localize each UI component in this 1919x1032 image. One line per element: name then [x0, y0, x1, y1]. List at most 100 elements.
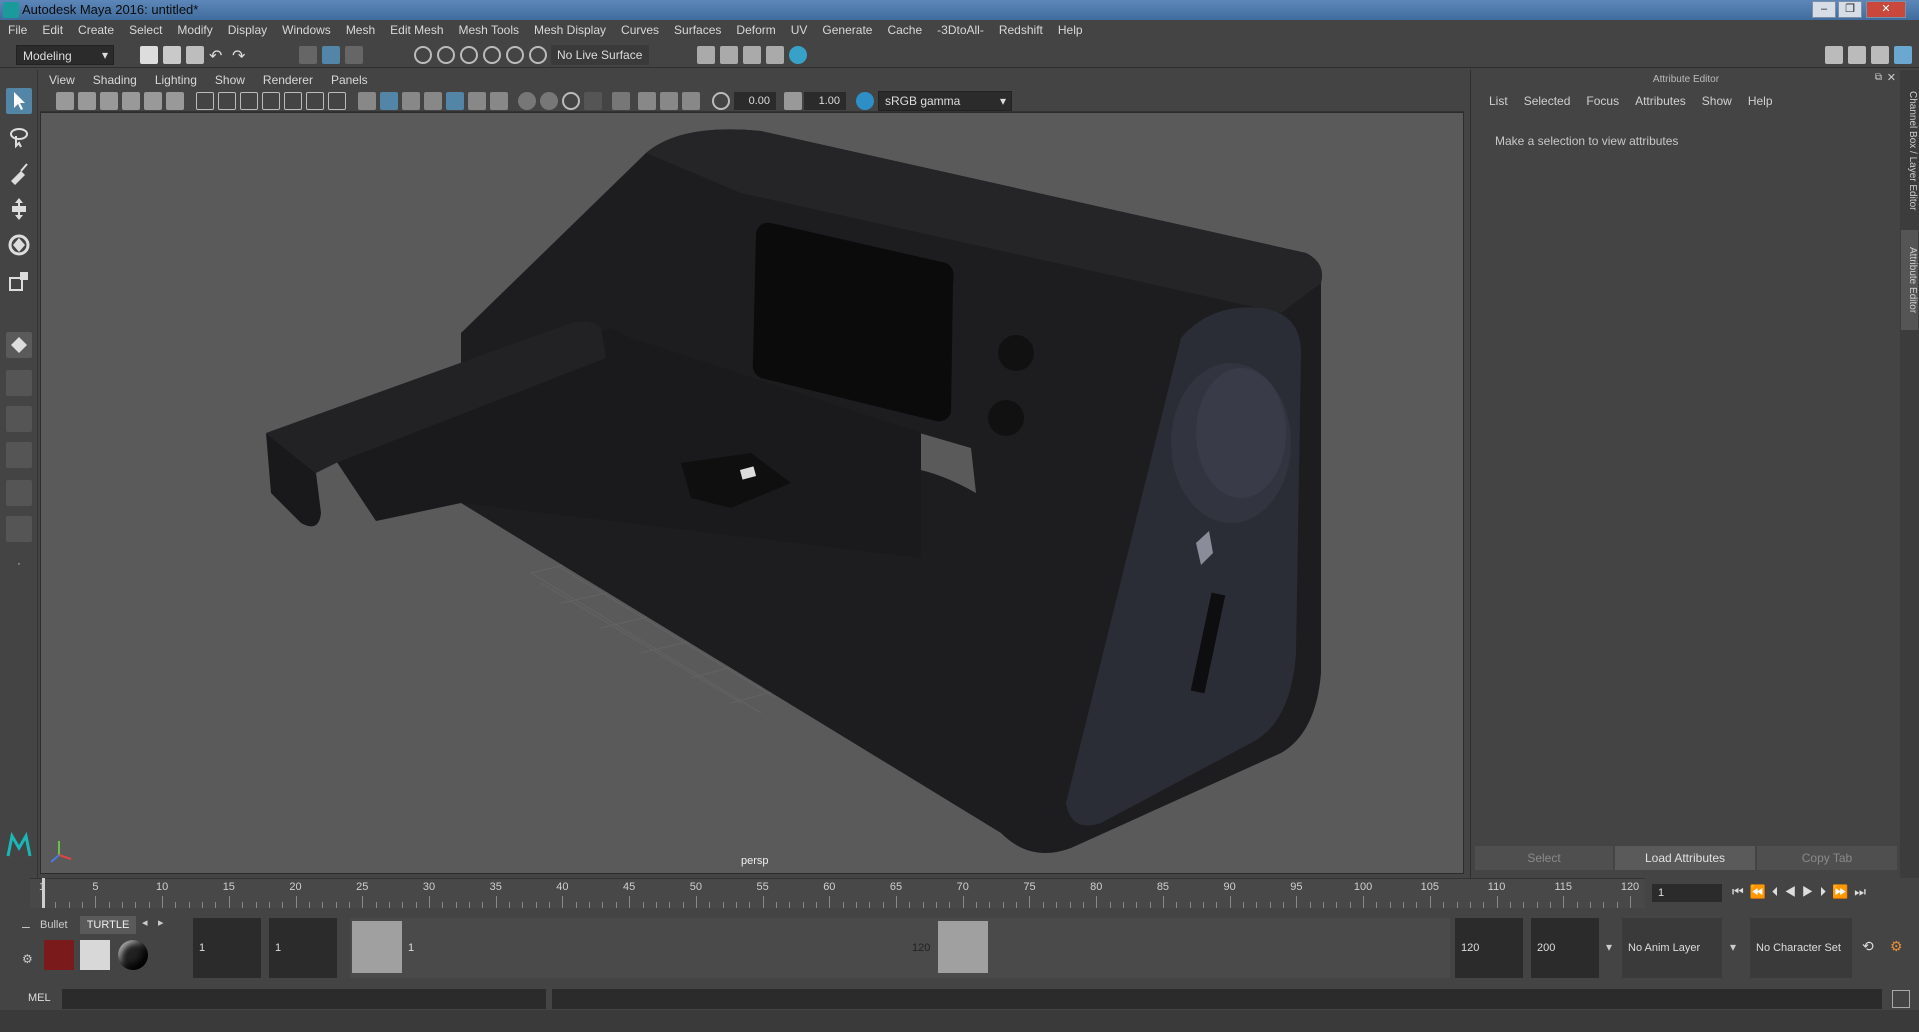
menu-display[interactable]: Display: [220, 20, 274, 37]
paint-select-tool-icon[interactable]: [6, 160, 32, 186]
menu-file[interactable]: File: [0, 20, 34, 37]
channel-box-tab[interactable]: Channel Box / Layer Editor: [1901, 76, 1918, 226]
single-perspective-layout-icon[interactable]: [6, 332, 32, 358]
view-transform-dropdown[interactable]: sRGB gamma ▾: [878, 91, 1012, 111]
wireframe-on-shaded-icon[interactable]: [424, 92, 442, 110]
menu-generate[interactable]: Generate: [814, 20, 879, 37]
menuset-dropdown[interactable]: Modeling ▾: [16, 45, 114, 65]
timeline-ruler[interactable]: 1510152025303540455055606570758085909510…: [30, 878, 1645, 908]
resolution-gate-icon[interactable]: [240, 92, 258, 110]
color-management-icon[interactable]: [856, 92, 874, 110]
play-backwards-icon[interactable]: ◀: [1784, 884, 1802, 899]
menu-edit-mesh[interactable]: Edit Mesh: [382, 20, 450, 37]
safe-title-icon[interactable]: [328, 92, 346, 110]
menu-curves[interactable]: Curves: [613, 20, 666, 37]
attribute-editor-toggle-icon[interactable]: [1848, 46, 1866, 64]
grid-icon[interactable]: [196, 92, 214, 110]
select-by-hierarchy-icon[interactable]: [299, 46, 317, 64]
grease-pencil-icon[interactable]: [166, 92, 184, 110]
menu-deform[interactable]: Deform: [728, 20, 782, 37]
animation-prefs-icon[interactable]: ⚙: [1890, 938, 1903, 955]
use-all-lights-icon[interactable]: [468, 92, 486, 110]
go-to-start-icon[interactable]: ⏮: [1732, 884, 1750, 899]
outliner-persp-graph-layout-icon[interactable]: [6, 480, 32, 506]
menu-redshift[interactable]: Redshift: [991, 20, 1050, 37]
go-to-end-icon[interactable]: ⏭: [1854, 884, 1872, 899]
hypershade-icon[interactable]: [766, 46, 784, 64]
wireframe-icon[interactable]: [358, 92, 376, 110]
scale-tool-icon[interactable]: [6, 268, 32, 294]
menu-mesh[interactable]: Mesh: [338, 20, 382, 37]
turtle-surface-icon[interactable]: [118, 940, 148, 970]
viewport-menu-view[interactable]: View: [40, 70, 84, 87]
step-forward-icon[interactable]: ⏩: [1832, 884, 1854, 899]
attr-menu-help[interactable]: Help: [1740, 94, 1781, 108]
snap-curve-icon[interactable]: [437, 46, 455, 64]
copy-tab-button[interactable]: Copy Tab: [1757, 846, 1897, 870]
camera-attributes-icon[interactable]: [78, 92, 96, 110]
move-tool-icon[interactable]: [6, 196, 32, 222]
gamma-field[interactable]: 1.00: [804, 92, 846, 110]
modeling-toolkit-icon[interactable]: [1825, 46, 1843, 64]
shelf-settings-icon[interactable]: ⚙: [22, 952, 33, 966]
render-settings-icon[interactable]: [743, 46, 761, 64]
field-chart-icon[interactable]: [284, 92, 302, 110]
ipr-render-icon[interactable]: [720, 46, 738, 64]
undo-icon[interactable]: ↶: [209, 46, 227, 65]
attr-menu-attributes[interactable]: Attributes: [1627, 94, 1694, 108]
four-view-layout-icon[interactable]: [6, 370, 32, 396]
shelf-tab-bullet[interactable]: Bullet: [40, 916, 78, 934]
range-bar[interactable]: 1 120: [350, 918, 1450, 978]
select-by-object-icon[interactable]: [322, 46, 340, 64]
channel-box-toggle-icon[interactable]: [1894, 46, 1912, 64]
attr-menu-show[interactable]: Show: [1694, 94, 1740, 108]
bookmark-icon[interactable]: [100, 92, 118, 110]
menu-mesh-tools[interactable]: Mesh Tools: [451, 20, 526, 37]
anim-layer-field[interactable]: No Anim Layer: [1622, 918, 1722, 978]
lasso-tool-icon[interactable]: [6, 124, 32, 150]
viewport-menu-lighting[interactable]: Lighting: [146, 70, 206, 87]
attr-menu-selected[interactable]: Selected: [1516, 94, 1579, 108]
menu-help[interactable]: Help: [1050, 20, 1090, 37]
script-language-label[interactable]: MEL: [28, 992, 51, 1004]
script-editor-icon[interactable]: [1892, 990, 1910, 1008]
menu-mesh-display[interactable]: Mesh Display: [526, 20, 613, 37]
snap-grid-icon[interactable]: [414, 46, 432, 64]
xray-joints-icon[interactable]: [638, 92, 656, 110]
menu-modify[interactable]: Modify: [169, 20, 219, 37]
close-button[interactable]: ✕: [1866, 1, 1906, 18]
depth-of-field-icon[interactable]: [584, 92, 602, 110]
current-time-marker[interactable]: [42, 878, 45, 908]
render-view-icon[interactable]: [789, 46, 807, 64]
isolate-select-icon[interactable]: [612, 92, 630, 110]
snap-point-icon[interactable]: [460, 46, 478, 64]
perspective-viewport[interactable]: persp: [40, 112, 1464, 874]
hypershade-persp-layout-icon[interactable]: [6, 516, 32, 542]
auto-key-icon[interactable]: ⟲: [1862, 938, 1874, 955]
shadows-icon[interactable]: [490, 92, 508, 110]
range-start-handle[interactable]: [352, 921, 402, 973]
playback-start-field[interactable]: 1: [269, 918, 337, 978]
select-by-component-icon[interactable]: [345, 46, 363, 64]
character-set-field[interactable]: No Character Set: [1750, 918, 1852, 978]
maximize-button[interactable]: ❐: [1838, 1, 1862, 18]
load-attributes-button[interactable]: Load Attributes: [1615, 846, 1755, 870]
tool-settings-icon[interactable]: [1871, 46, 1889, 64]
attr-menu-list[interactable]: List: [1481, 94, 1516, 108]
image-plane-icon[interactable]: [122, 92, 140, 110]
shelf-prev-icon[interactable]: ◂: [142, 916, 148, 929]
step-back-icon[interactable]: ⏪: [1750, 884, 1772, 899]
camera-select-icon[interactable]: [56, 92, 74, 110]
step-back-key-icon[interactable]: ⏴: [1772, 884, 1785, 899]
step-forward-key-icon[interactable]: ⏵: [1820, 884, 1833, 899]
chevron-down-icon[interactable]: ▾: [1606, 940, 1612, 954]
isolate-component-icon[interactable]: [682, 92, 700, 110]
attribute-editor-tab[interactable]: Attribute Editor: [1901, 230, 1918, 330]
two-d-pan-zoom-icon[interactable]: [144, 92, 162, 110]
chevron-down-icon[interactable]: ▾: [1730, 940, 1736, 954]
shelf-next-icon[interactable]: ▸: [158, 916, 164, 929]
close-panel-icon[interactable]: ✕: [1887, 71, 1896, 84]
smooth-shade-icon[interactable]: [380, 92, 398, 110]
live-surface-field[interactable]: No Live Surface: [551, 45, 649, 65]
snap-view-plane-icon[interactable]: [483, 46, 501, 64]
